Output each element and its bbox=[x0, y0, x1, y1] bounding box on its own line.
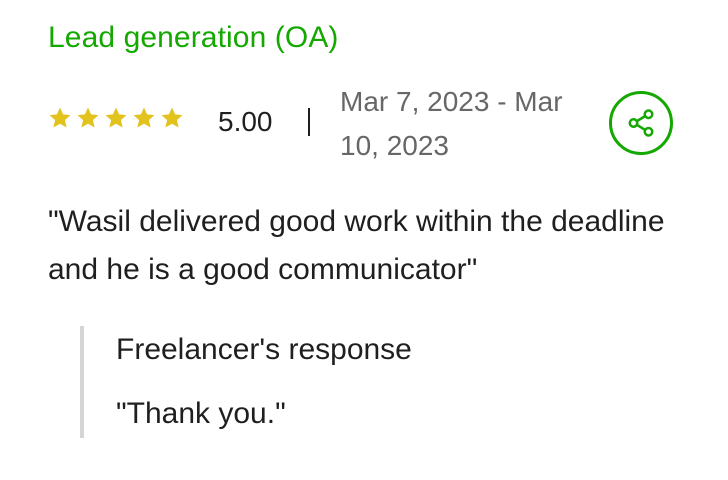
freelancer-response: Freelancer's response "Thank you." bbox=[80, 326, 684, 438]
rating-score: 5.00 bbox=[218, 106, 273, 137]
review-card: Lead generation (OA) 5.00 Mar 7, 2023 - … bbox=[0, 0, 728, 480]
divider bbox=[308, 108, 310, 136]
star-rating bbox=[48, 106, 184, 130]
star-icon bbox=[133, 107, 155, 128]
star-icon bbox=[161, 107, 183, 128]
star-icon bbox=[49, 107, 71, 128]
client-feedback-text: "Wasil delivered good work within the de… bbox=[48, 205, 665, 286]
freelancer-response-title: Freelancer's response bbox=[116, 333, 412, 366]
job-title-link[interactable]: Lead generation (OA) bbox=[48, 18, 339, 58]
contract-date-range: Mar 7, 2023 - Mar 10, 2023 bbox=[340, 86, 563, 161]
star-icon bbox=[105, 107, 127, 128]
share-button[interactable] bbox=[609, 91, 673, 155]
freelancer-response-text: "Thank you." bbox=[116, 397, 286, 430]
rating-row: 5.00 Mar 7, 2023 - Mar 10, 2023 bbox=[48, 86, 688, 162]
share-icon bbox=[628, 109, 654, 137]
star-icon bbox=[77, 107, 99, 128]
